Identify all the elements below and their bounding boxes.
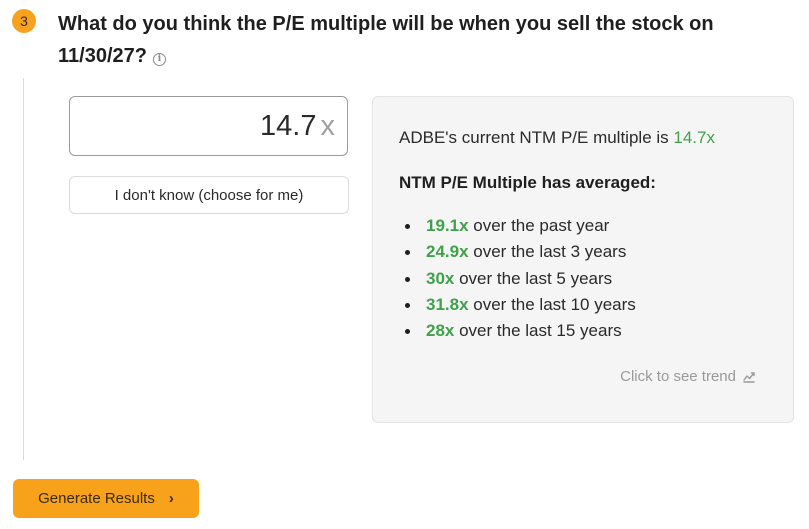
pe-multiple-input[interactable] [166,109,317,143]
see-trend-link[interactable]: Click to see trend [620,368,755,385]
list-item: 24.9x over the last 3 years [399,239,636,265]
list-item: 19.1x over the past year [399,213,636,239]
chart-trend-icon [743,371,755,383]
generate-results-button[interactable]: Generate Results › [13,479,199,518]
see-trend-label: Click to see trend [620,368,736,385]
average-period: over the last 5 years [454,268,613,288]
average-value: 24.9x [426,242,469,262]
step-connector-line [23,78,24,460]
dont-know-button[interactable]: I don't know (choose for me) [69,176,349,214]
question-heading: What do you think the P/E multiple will … [58,8,748,72]
current-pe-line: ADBE's current NTM P/E multiple is 14.7x [399,128,715,148]
current-pe-prefix: ADBE's current NTM P/E multiple is [399,128,674,147]
average-period: over the past year [468,216,610,235]
step-number-badge: 3 [12,9,36,33]
average-list: 19.1x over the past year 24.9x over the … [399,213,636,344]
generate-results-label: Generate Results [38,490,155,507]
average-value: 19.1x [426,216,469,235]
pe-info-panel: ADBE's current NTM P/E multiple is 14.7x… [372,96,794,423]
current-pe-value: 14.7x [673,128,715,147]
average-value: 28x [426,321,455,341]
list-item: 31.8x over the last 10 years [399,292,636,318]
average-value: 31.8x [426,294,469,314]
average-period: over the last 3 years [468,242,627,262]
average-value: 30x [426,268,455,288]
average-heading: NTM P/E Multiple has averaged: [399,173,656,192]
average-period: over the last 10 years [468,294,636,314]
average-period: over the last 15 years [454,321,622,341]
list-item: 28x over the last 15 years [399,318,636,344]
pe-unit-label: x [320,109,336,142]
pe-multiple-input-box[interactable]: x [69,96,348,156]
list-item: 30x over the last 5 years [399,266,636,292]
chevron-right-icon: › [168,490,174,507]
info-icon[interactable]: i [152,52,166,66]
